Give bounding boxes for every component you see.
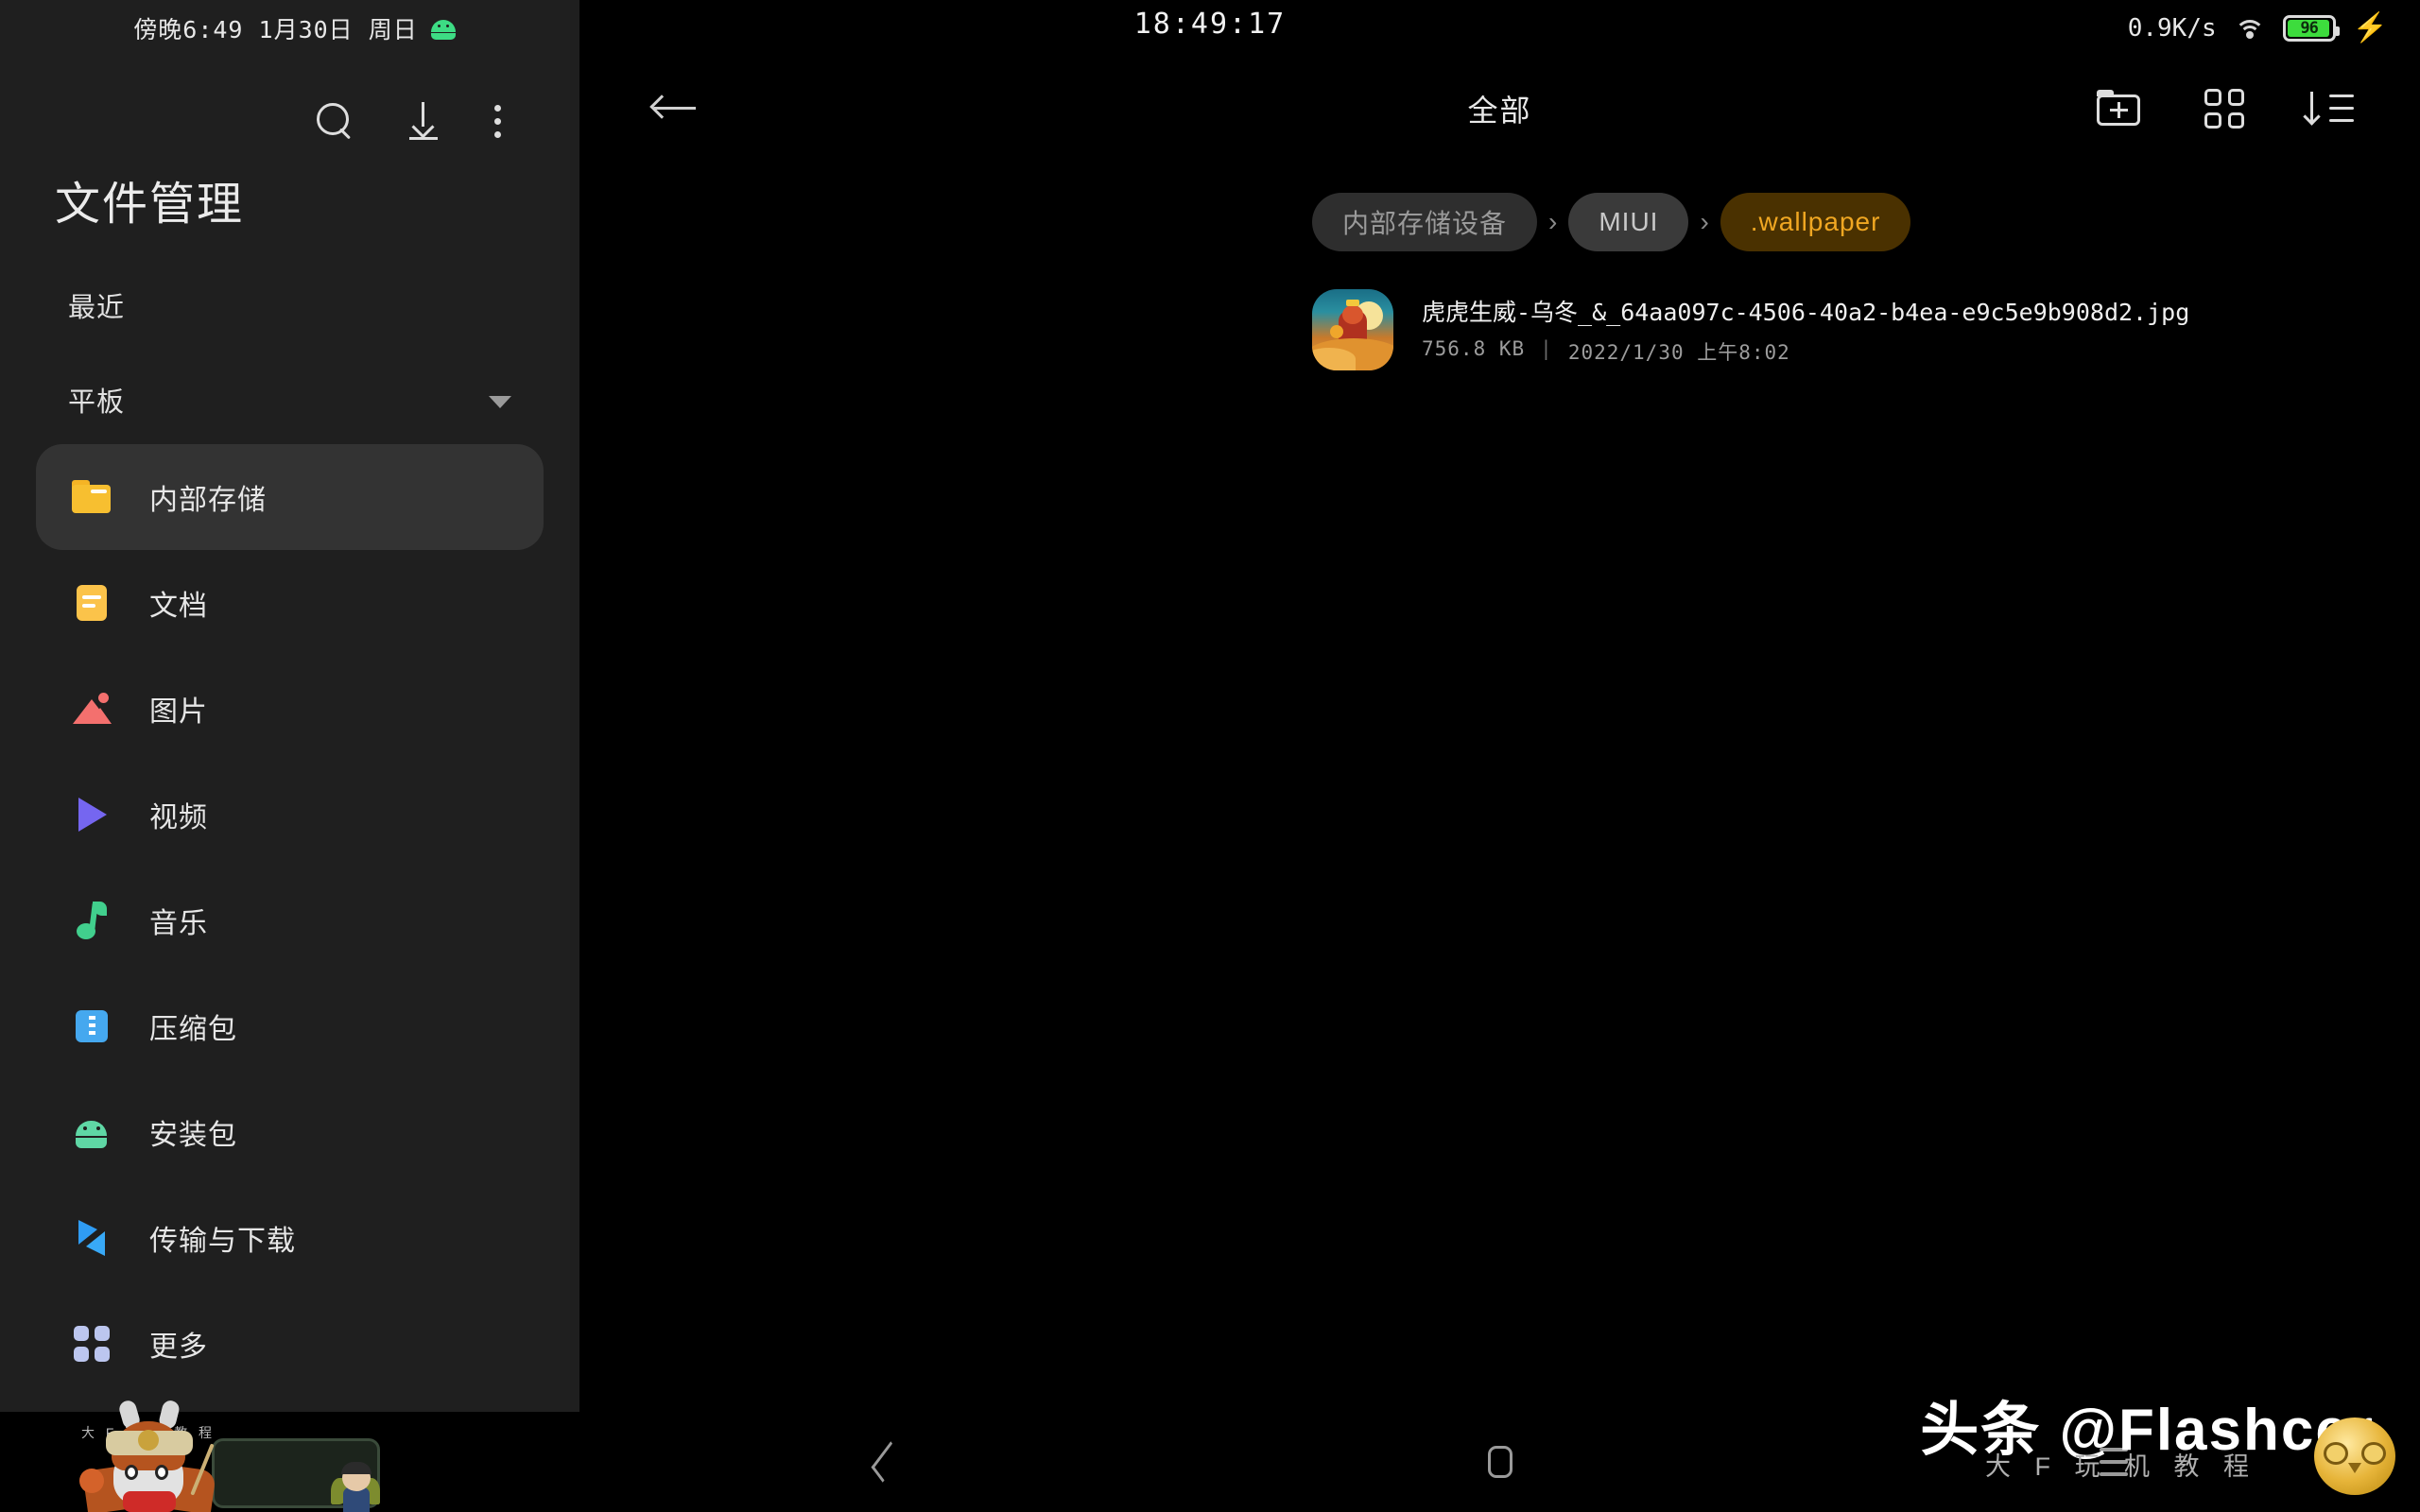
file-name: 虎虎生威-乌冬_&_64aa097c-4506-40a2-b4ea-e9c5e9… — [1422, 299, 2190, 326]
sidebar-item-label: 图片 — [149, 696, 208, 728]
video-icon — [70, 793, 113, 836]
chevron-down-icon[interactable] — [489, 395, 511, 408]
sidebar-item-documents[interactable]: 文档 — [36, 550, 544, 656]
kid-character — [331, 1455, 380, 1512]
sidebar-item-more[interactable]: 更多 — [36, 1291, 544, 1397]
overflow-menu-icon[interactable] — [494, 104, 502, 138]
golden-owl-icon — [2314, 1418, 2395, 1495]
sidebar-item-transfer[interactable]: 传输与下载 — [36, 1185, 544, 1291]
watermark: 头条 @Flashcer 大 F 玩 机 教 程 — [1851, 1376, 2399, 1499]
tablet-screen: 傍晚6:49 1月30日 周日 18:49:17 0.9K/s 96 ⚡ 文件管… — [0, 0, 2420, 1512]
page-title: 文件管理 — [55, 180, 245, 230]
sidebar-item-label: 文档 — [149, 591, 208, 622]
music-icon — [70, 899, 113, 942]
search-icon[interactable] — [317, 103, 353, 139]
new-folder-icon[interactable] — [2097, 90, 2142, 128]
battery-percent-text: 96 — [2300, 19, 2319, 38]
status-bar: 傍晚6:49 1月30日 周日 18:49:17 0.9K/s 96 ⚡ — [0, 0, 2420, 57]
battery-icon: 96 — [2282, 15, 2340, 42]
file-date: 2022/1/30 上午8:02 — [1567, 341, 1790, 364]
nav-home-button[interactable] — [1406, 1434, 1595, 1490]
top-toolbar: 全部 — [579, 57, 2420, 161]
file-meta-divider: | — [1540, 337, 1553, 360]
breadcrumb-separator: › — [1548, 207, 1558, 236]
sidebar-item-label: 更多 — [149, 1332, 208, 1363]
file-subtitle: 756.8 KB | 2022/1/30 上午8:02 — [1422, 337, 2189, 366]
sidebar-item-archives[interactable]: 压缩包 — [36, 973, 544, 1079]
file-meta: 虎虎生威-乌冬_&_64aa097c-4506-40a2-b4ea-e9c5e9… — [1422, 294, 2189, 366]
sidebar-item-label: 音乐 — [149, 908, 208, 939]
sidebar-item-recent[interactable]: 最近 — [0, 232, 579, 325]
document-icon — [70, 581, 113, 625]
more-grid-icon — [70, 1322, 113, 1366]
status-bar-right: 0.9K/s 96 ⚡ — [2128, 0, 2388, 57]
breadcrumb-item-wallpaper[interactable]: .wallpaper — [1720, 193, 1911, 251]
mascot-hat-emblem — [138, 1430, 159, 1451]
sidebar-item-videos[interactable]: 视频 — [36, 762, 544, 868]
sidebar-item-music[interactable]: 音乐 — [36, 868, 544, 973]
mascot-scarf — [123, 1491, 176, 1512]
sidebar-item-pictures[interactable]: 图片 — [36, 656, 544, 762]
file-list: 虎虎生威-乌冬_&_64aa097c-4506-40a2-b4ea-e9c5e9… — [579, 251, 2420, 370]
sort-icon[interactable] — [2303, 90, 2354, 128]
breadcrumb-separator: › — [1700, 207, 1709, 236]
nav-back-icon — [871, 1441, 902, 1483]
apk-icon — [70, 1110, 113, 1154]
grid-view-icon[interactable] — [2204, 89, 2244, 129]
transfer-icon — [70, 1216, 113, 1260]
breadcrumb: 内部存储设备 › MIUI › .wallpaper — [579, 161, 2420, 251]
status-clock: 18:49:17 — [1133, 8, 1287, 41]
archive-icon — [70, 1005, 113, 1048]
sidebar-device-selector[interactable]: 平板 — [0, 325, 579, 420]
file-thumbnail — [1312, 289, 1393, 370]
nav-home-icon — [1487, 1446, 1512, 1478]
breadcrumb-item-miui[interactable]: MIUI — [1568, 193, 1689, 251]
mi-bunny-mascot: 大 F 玩 机 教 程 — [68, 1399, 380, 1512]
file-size: 756.8 KB — [1422, 337, 1526, 360]
mascot-eye-left — [125, 1465, 138, 1480]
sidebar-device-label: 平板 — [68, 387, 126, 418]
nav-back-button[interactable] — [792, 1434, 981, 1490]
folder-icon — [70, 475, 113, 519]
list-item[interactable]: 虎虎生威-乌冬_&_64aa097c-4506-40a2-b4ea-e9c5e9… — [1312, 289, 2420, 370]
sidebar-item-label: 安装包 — [149, 1120, 237, 1151]
wifi-icon — [2234, 16, 2266, 41]
sidebar: 文件管理 最近 平板 内部存储 文档 图片 视频 音乐 压缩包 安装包 传输与下… — [0, 57, 579, 1412]
sidebar-item-label: 压缩包 — [149, 1014, 237, 1045]
watermark-subtitle: 大 F 玩 机 教 程 — [1985, 1452, 2257, 1481]
lightning-bolt-icon: ⚡ — [2352, 12, 2388, 43]
carrot-icon — [79, 1469, 104, 1493]
breadcrumb-item-root[interactable]: 内部存储设备 — [1312, 193, 1538, 251]
sidebar-item-label: 视频 — [149, 802, 208, 833]
sidebar-item-apk[interactable]: 安装包 — [36, 1079, 544, 1185]
picture-icon — [70, 687, 113, 730]
sidebar-item-label: 传输与下载 — [149, 1226, 296, 1257]
top-actions — [2097, 89, 2354, 129]
download-icon[interactable] — [407, 102, 440, 140]
sidebar-item-internal-storage[interactable]: 内部存储 — [36, 444, 544, 550]
mascot-eye-right — [155, 1465, 168, 1480]
main-content: 全部 内部存储设备 › MIUI › .wallpaper 虎虎生威-乌冬_&_… — [579, 57, 2420, 1412]
sidebar-nav-list: 内部存储 文档 图片 视频 音乐 压缩包 安装包 传输与下载 更多 — [0, 444, 579, 1397]
network-speed-text: 0.9K/s — [2127, 14, 2217, 43]
sidebar-actions — [0, 57, 579, 151]
sidebar-item-label: 内部存储 — [149, 485, 267, 516]
